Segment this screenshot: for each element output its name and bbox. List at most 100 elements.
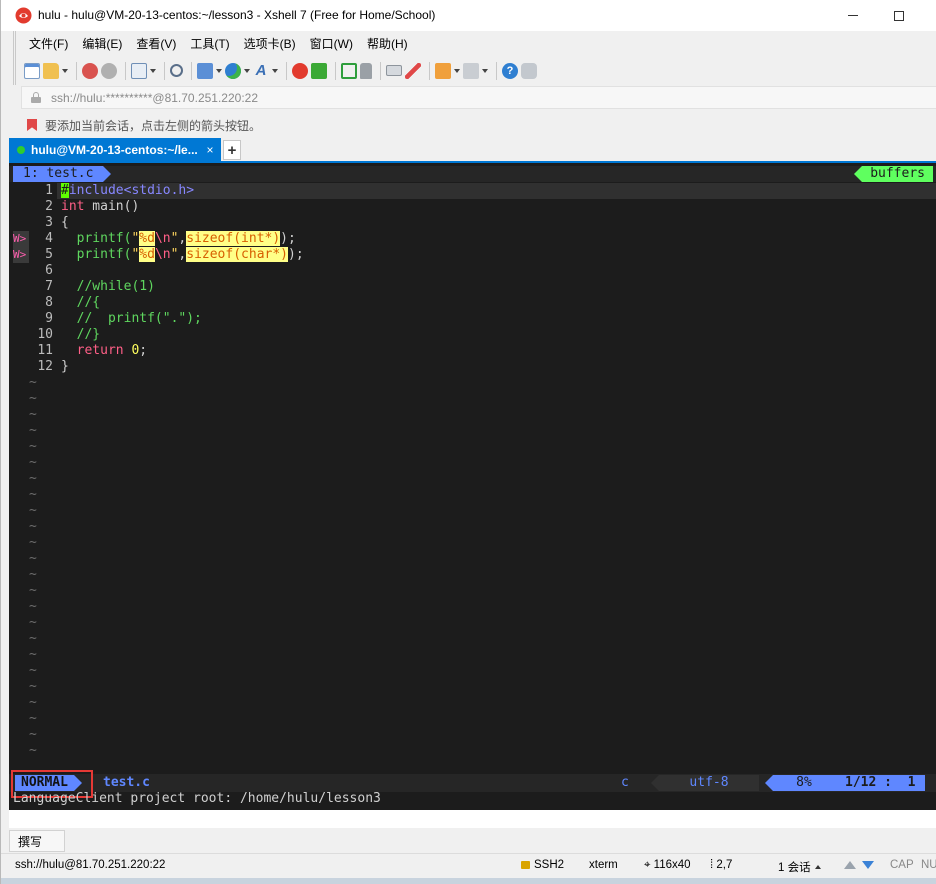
empty-line-tilde: ~ bbox=[29, 455, 37, 470]
vim-statusline-file: test.c bbox=[103, 775, 150, 790]
chat-icon bbox=[521, 62, 537, 79]
line-number: 10 bbox=[37, 327, 53, 342]
empty-line-tilde: ~ bbox=[29, 599, 37, 614]
empty-line-tilde: ~ bbox=[29, 519, 37, 534]
fullscreen-icon bbox=[341, 62, 357, 79]
properties-button[interactable] bbox=[131, 60, 156, 82]
code-line-7: //while(1) bbox=[61, 279, 155, 294]
keyboard-button[interactable] bbox=[386, 60, 402, 82]
chat-button[interactable] bbox=[521, 60, 537, 82]
vim-encoding: utf-8 bbox=[651, 775, 759, 791]
folder-add-icon bbox=[435, 62, 451, 79]
address-bar[interactable]: ssh://hulu:**********@81.70.251.220:22 bbox=[21, 86, 936, 109]
compose-tab[interactable]: 撰写 bbox=[9, 830, 65, 852]
status-sessions[interactable]: 1 会话 bbox=[778, 859, 821, 875]
font-icon: A bbox=[255, 61, 267, 79]
resize-icon: ⌖ bbox=[644, 859, 654, 871]
empty-line-tilde: ~ bbox=[29, 663, 37, 678]
menu-view[interactable]: 查看(V) bbox=[129, 35, 183, 52]
menu-tools[interactable]: 工具(T) bbox=[183, 35, 236, 52]
layout-button[interactable] bbox=[463, 60, 488, 82]
xftp-button[interactable] bbox=[292, 60, 308, 82]
warning-sign: W> bbox=[13, 231, 29, 247]
code-line-10: //} bbox=[61, 327, 101, 342]
vim-statusline: NORMAL test.c c utf-8 8% 1/12 : 1 bbox=[9, 770, 936, 798]
keyboard-icon bbox=[386, 65, 402, 76]
empty-line-tilde: ~ bbox=[29, 487, 37, 502]
disconnect-button[interactable] bbox=[101, 60, 117, 82]
menu-window[interactable]: 窗口(W) bbox=[303, 35, 360, 52]
fullscreen-button[interactable] bbox=[341, 60, 357, 82]
line-number: 9 bbox=[45, 311, 53, 326]
empty-line-tilde: ~ bbox=[29, 711, 37, 726]
toolbar-separator bbox=[286, 61, 287, 80]
empty-line-tilde: ~ bbox=[29, 679, 37, 694]
code-line-9: // printf("."); bbox=[61, 311, 202, 326]
xagent-button[interactable] bbox=[311, 60, 327, 82]
font-button[interactable]: A bbox=[253, 60, 278, 82]
tab-session[interactable]: hulu@VM-20-13-centos:~/le... × bbox=[9, 138, 221, 162]
help-icon: ? bbox=[502, 62, 518, 79]
empty-line-tilde: ~ bbox=[29, 727, 37, 742]
menu-help[interactable]: 帮助(H) bbox=[360, 35, 415, 52]
warning-sign: W> bbox=[13, 247, 29, 263]
vim-scroll-percent: 8% bbox=[765, 775, 835, 791]
reconnect-icon bbox=[82, 62, 98, 79]
code-line-2: int main() bbox=[61, 199, 140, 214]
line-number: 11 bbox=[37, 343, 53, 358]
terminal[interactable]: 1: test.c buffers 1 2 3 4 W> 5 W> 6 7 8 9 10 11 12 #i… bbox=[9, 163, 936, 810]
find-button[interactable] bbox=[170, 60, 183, 82]
vim-cursor-position: 1/12 : 1 bbox=[835, 775, 925, 791]
toolbar-separator bbox=[380, 61, 381, 80]
toolbar: A ? bbox=[13, 56, 936, 85]
empty-line-tilde: ~ bbox=[29, 375, 37, 390]
compose-area[interactable] bbox=[9, 810, 936, 828]
empty-line-tilde: ~ bbox=[29, 647, 37, 662]
empty-line-tilde: ~ bbox=[29, 551, 37, 566]
layout-icon bbox=[463, 62, 479, 79]
toolbar-separator bbox=[125, 61, 126, 80]
line-number: 6 bbox=[45, 263, 53, 278]
chevron-down-icon bbox=[482, 68, 488, 73]
bookmark-icon[interactable] bbox=[27, 119, 37, 131]
pen-icon bbox=[405, 62, 421, 79]
maximize-button[interactable] bbox=[876, 0, 922, 31]
code-line-4: printf("%d\n",sizeof(int*)); bbox=[61, 231, 296, 246]
line-number: 8 bbox=[45, 295, 53, 310]
maximize-icon bbox=[894, 10, 904, 21]
xagent-icon bbox=[311, 62, 327, 79]
highlight-button[interactable] bbox=[405, 60, 421, 82]
menu-edit[interactable]: 编辑(E) bbox=[75, 35, 129, 52]
status-bar: ssh://hulu@81.70.251.220:22 SSH2 xterm ⌖… bbox=[1, 853, 936, 878]
chevron-down-icon bbox=[454, 68, 460, 73]
chevron-down-icon bbox=[272, 68, 278, 73]
title-bar: hulu - hulu@VM-20-13-centos:~/lesson3 - … bbox=[1, 0, 936, 31]
properties-icon bbox=[131, 62, 147, 79]
add-tab-button[interactable]: + bbox=[223, 140, 241, 160]
empty-line-tilde: ~ bbox=[29, 535, 37, 550]
status-terminal: xterm bbox=[589, 859, 618, 871]
upload-arrow-icon bbox=[844, 861, 856, 869]
open-session-button[interactable] bbox=[43, 60, 68, 82]
empty-line-tilde: ~ bbox=[29, 631, 37, 646]
new-tab-group-button[interactable] bbox=[435, 60, 460, 82]
menu-bar: 文件(F) 编辑(E) 查看(V) 工具(T) 选项卡(B) 窗口(W) 帮助(… bbox=[13, 31, 936, 56]
folder-icon bbox=[43, 62, 59, 79]
reconnect-button[interactable] bbox=[82, 60, 98, 82]
lock-icon bbox=[360, 62, 372, 79]
menu-file[interactable]: 文件(F) bbox=[16, 35, 75, 52]
toolbar-separator bbox=[76, 61, 77, 80]
transfer-button[interactable] bbox=[197, 60, 222, 82]
vim-filetype: c bbox=[621, 775, 629, 790]
connected-status-icon bbox=[17, 146, 25, 154]
chevron-down-icon bbox=[62, 68, 68, 73]
globe-button[interactable] bbox=[225, 60, 250, 82]
minimize-button[interactable] bbox=[830, 0, 876, 31]
new-session-button[interactable] bbox=[24, 60, 40, 82]
tab-bar: hulu@VM-20-13-centos:~/le... × + bbox=[1, 138, 936, 162]
lock-button[interactable] bbox=[360, 60, 372, 82]
close-icon[interactable]: × bbox=[203, 143, 217, 157]
help-button[interactable]: ? bbox=[502, 60, 518, 82]
chevron-down-icon bbox=[244, 68, 250, 73]
menu-tab[interactable]: 选项卡(B) bbox=[237, 35, 303, 52]
